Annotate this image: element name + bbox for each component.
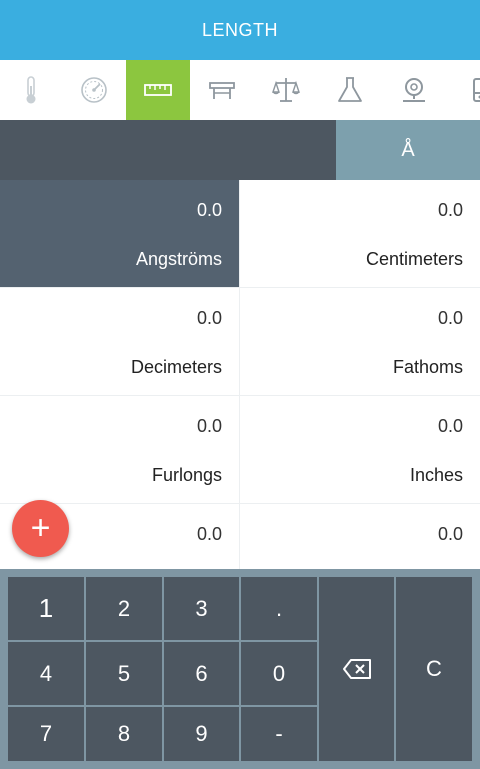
unit-name: Inches	[409, 465, 463, 485]
tab-temperature[interactable]	[0, 60, 62, 120]
key-7[interactable]: 7	[8, 707, 84, 761]
unit-name: Furlongs	[151, 465, 222, 485]
unit-symbol: Å	[401, 138, 415, 161]
thermometer-icon	[26, 76, 36, 104]
unit-cell-angstroms[interactable]: 0.0 Angströms	[0, 180, 239, 288]
unit-cell-inches[interactable]: 0.0 Inches	[239, 396, 480, 504]
pressure-gauge-icon	[403, 78, 425, 102]
unit-value: 0.0	[196, 308, 222, 328]
key-minus[interactable]: -	[241, 707, 317, 761]
app-title: LENGTH	[201, 19, 278, 40]
unit-name: Angströms	[135, 249, 222, 269]
key-0[interactable]: 0	[241, 642, 317, 705]
ruler-icon	[144, 84, 172, 96]
tab-weight[interactable]	[254, 60, 318, 120]
speedometer-icon	[81, 77, 107, 103]
unit-value: 0.0	[437, 416, 463, 436]
app-bar: LENGTH	[0, 0, 480, 60]
unit-grid: 0.0 Angströms 0.0 Centimeters 0.0 Decime…	[0, 180, 480, 569]
unit-cell-decimeters[interactable]: 0.0 Decimeters	[0, 288, 239, 396]
key-1[interactable]: 1	[8, 577, 84, 640]
flask-icon	[338, 77, 362, 102]
unit-value: 0.0	[196, 524, 222, 544]
unit-name: Decimeters	[130, 357, 222, 377]
unit-value: 0.0	[196, 416, 222, 436]
unit-value: 0.0	[196, 200, 222, 220]
unit-cell-8[interactable]: 0.0	[239, 504, 480, 569]
unit-name: Centimeters	[365, 249, 463, 269]
category-tabs	[0, 60, 480, 120]
keypad: 1 2 3 . 4 5 6 0 7 8 9 - C	[0, 569, 480, 769]
key-dot[interactable]: .	[241, 577, 317, 640]
key-3[interactable]: 3	[164, 577, 239, 640]
key-9[interactable]: 9	[164, 707, 239, 761]
plus-icon: +	[30, 509, 51, 547]
tab-speed[interactable]	[62, 60, 126, 120]
unit-value: 0.0	[437, 524, 463, 544]
unit-value: 0.0	[437, 308, 463, 328]
input-bar[interactable]: Å	[0, 120, 480, 180]
area-table-icon	[209, 82, 235, 99]
key-5[interactable]: 5	[86, 642, 162, 705]
tab-data[interactable]	[446, 60, 480, 120]
unit-symbol-box[interactable]: Å	[336, 120, 480, 180]
key-2[interactable]: 2	[86, 577, 162, 640]
key-6[interactable]: 6	[164, 642, 239, 705]
scale-balance-icon	[272, 78, 300, 102]
clear-button[interactable]: C	[396, 577, 472, 761]
unit-value: 0.0	[437, 200, 463, 220]
unit-name: Fathoms	[392, 357, 463, 377]
unit-cell-centimeters[interactable]: 0.0 Centimeters	[239, 180, 480, 288]
tab-pressure[interactable]	[382, 60, 446, 120]
tab-length[interactable]	[126, 60, 190, 120]
backspace-button[interactable]	[319, 577, 394, 761]
key-8[interactable]: 8	[86, 707, 162, 761]
backspace-icon	[342, 659, 371, 679]
tab-area[interactable]	[190, 60, 254, 120]
add-button[interactable]: +	[12, 500, 69, 557]
tab-volume[interactable]	[318, 60, 382, 120]
unit-cell-fathoms[interactable]: 0.0 Fathoms	[239, 288, 480, 396]
key-4[interactable]: 4	[8, 642, 84, 705]
storage-icon	[473, 78, 480, 102]
unit-cell-furlongs[interactable]: 0.0 Furlongs	[0, 396, 239, 504]
